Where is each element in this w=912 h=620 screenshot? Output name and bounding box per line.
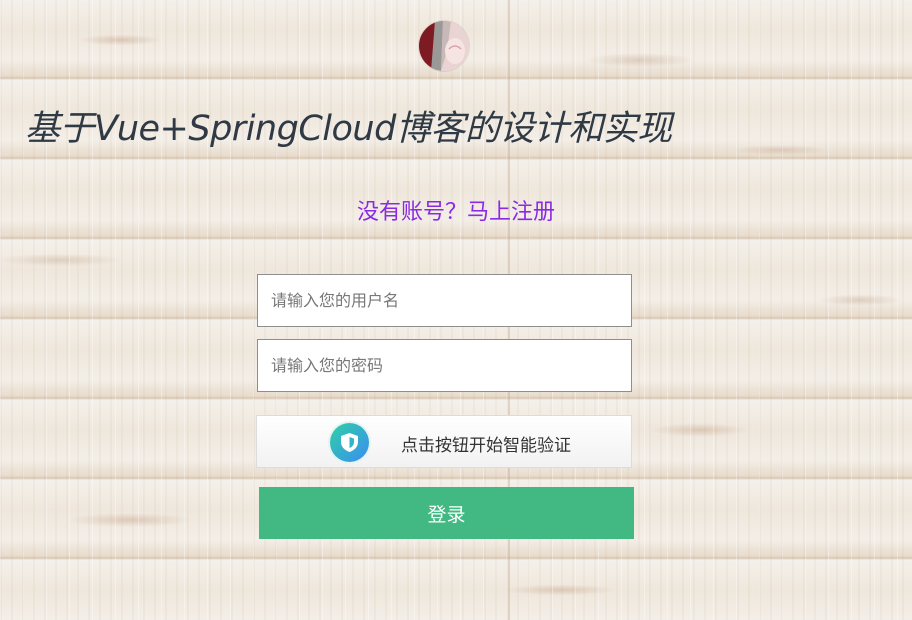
- username-input[interactable]: [257, 274, 632, 327]
- register-link[interactable]: 没有账号？马上注册: [0, 194, 912, 226]
- avatar[interactable]: [419, 21, 469, 71]
- captcha-button[interactable]: 点击按钮开始智能验证: [256, 415, 632, 468]
- shield-icon: [330, 423, 369, 462]
- password-input[interactable]: [257, 339, 632, 392]
- avatar-image: [419, 21, 469, 71]
- page-title: 基于Vue+SpringCloud博客的设计和实现: [25, 109, 672, 149]
- login-button[interactable]: 登录: [259, 487, 634, 539]
- captcha-label: 点击按钮开始智能验证: [401, 436, 571, 456]
